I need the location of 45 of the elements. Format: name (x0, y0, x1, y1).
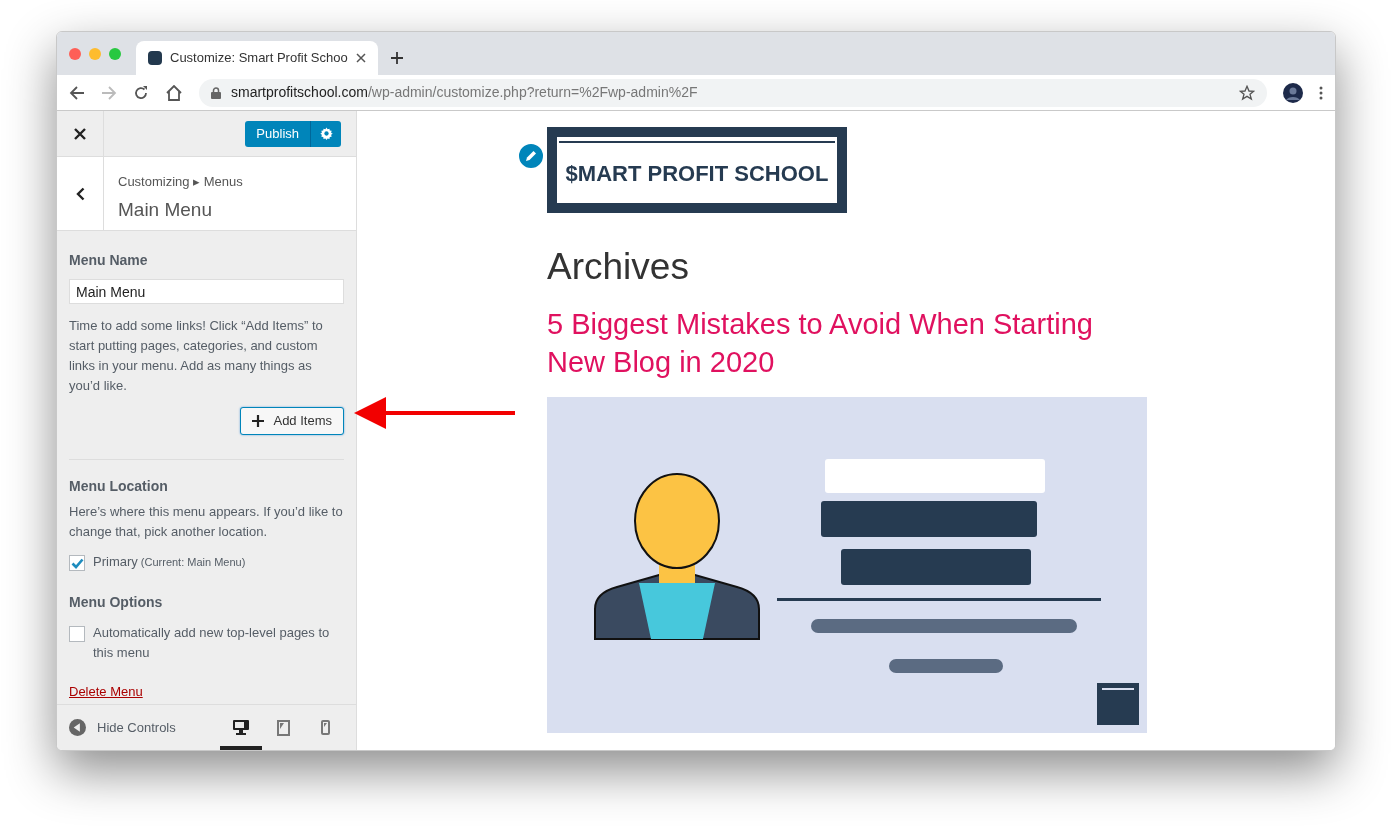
close-tab-icon[interactable] (356, 53, 366, 63)
site-favicon (148, 51, 162, 65)
desktop-icon (233, 720, 249, 735)
hide-controls-button[interactable]: Hide Controls (69, 717, 176, 738)
logo-text: $MART PROFIT SCHOOL (564, 159, 830, 188)
checkbox-label: Primary (Current: Main Menu) (93, 553, 246, 571)
close-icon (74, 127, 86, 140)
delete-menu-link[interactable]: Delete Menu (69, 684, 143, 699)
post-title-link[interactable]: 5 Biggest Mistakes to Avoid When Starting New Blog in 2020 (547, 305, 1147, 381)
back-arrow-icon[interactable] (69, 84, 85, 101)
chevron-left-icon (75, 186, 85, 201)
checkbox[interactable] (69, 626, 85, 642)
settings-button[interactable] (311, 120, 341, 147)
tab-title: Customize: Smart Profit Schoo (170, 49, 348, 68)
settings-icon (319, 127, 333, 140)
reload-icon[interactable] (133, 84, 149, 101)
tablet-icon (276, 719, 290, 736)
home-icon[interactable] (165, 84, 183, 101)
description-text: Here’s where this menu appears. If you’d like to change that, pick another location. (69, 503, 344, 541)
add-items-button[interactable]: Add Items (240, 407, 344, 435)
phone-icon (320, 720, 330, 735)
url-text: smartprofitschool.com/wp-admin/customize.php?return=%2Fwp-admin%2F (231, 83, 699, 102)
breadcrumb: Customizing ▸ Menus (118, 173, 243, 191)
section-title: Main Menu (118, 197, 213, 222)
plus-icon (252, 415, 265, 427)
lock-icon (211, 86, 221, 99)
site-logo[interactable]: $MART PROFIT SCHOOL (547, 127, 847, 213)
browser-tab[interactable]: Customize: Smart Profit Schoo (136, 41, 378, 75)
star-icon[interactable] (1239, 84, 1255, 101)
edit-pencil-icon[interactable] (517, 142, 545, 170)
menu-name-field[interactable]: Main Menu (69, 279, 344, 304)
checkbox[interactable] (69, 555, 85, 571)
section-heading: Menu Location (69, 477, 169, 496)
avatar-icon[interactable] (1283, 82, 1303, 103)
new-tab-icon[interactable] (390, 51, 404, 65)
collapse-icon (69, 719, 86, 736)
section-heading: Menu Options (69, 593, 164, 612)
field-label: Menu Name (69, 251, 149, 270)
page-heading: Archives (547, 245, 690, 289)
close-window-icon[interactable] (69, 47, 81, 60)
menu-icon[interactable] (1319, 85, 1323, 100)
help-text: Time to add some links! Click “Add Items” to start putting pages, categories, and custom links in your menu. Add as many things as you’d like. (69, 317, 324, 395)
address-bar[interactable]: smartprofitschool.com/wp-admin/customize.php?return=%2Fwp-admin%2F (199, 78, 1267, 107)
checkbox-label: Automatically add new top-level pages to this menu (93, 624, 331, 662)
publish-button[interactable]: Publish (245, 120, 311, 147)
